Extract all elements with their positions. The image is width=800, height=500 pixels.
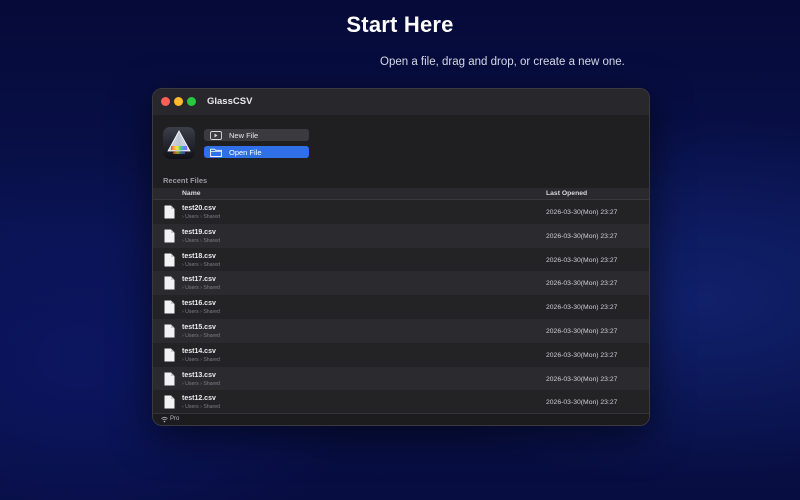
wifi-icon bbox=[161, 416, 168, 423]
file-path: › Users › Shared bbox=[182, 214, 221, 220]
table-row[interactable]: test16.csv › Users › Shared 2026-03-30(M… bbox=[153, 295, 649, 319]
file-name: test16.csv bbox=[182, 300, 216, 308]
recent-files-list: test20.csv › Users › Shared 2026-03-30(M… bbox=[153, 200, 649, 415]
file-last-opened: 2026-03-30(Mon) 23:27 bbox=[546, 232, 618, 240]
open-file-label: Open File bbox=[229, 147, 262, 157]
minimize-window-button[interactable] bbox=[174, 97, 183, 106]
file-last-opened: 2026-03-30(Mon) 23:27 bbox=[546, 256, 618, 264]
table-row[interactable]: test18.csv › Users › Shared 2026-03-30(M… bbox=[153, 247, 649, 272]
window-titlebar[interactable]: GlassCSV bbox=[153, 89, 649, 115]
document-icon bbox=[164, 348, 175, 362]
status-bar: Pro bbox=[153, 413, 649, 425]
document-icon bbox=[164, 395, 175, 409]
open-file-button[interactable]: Open File bbox=[204, 146, 309, 158]
table-row[interactable]: test20.csv › Users › Shared 2026-03-30(M… bbox=[153, 200, 649, 224]
column-header-last-opened[interactable]: Last Opened bbox=[546, 190, 587, 197]
recent-files-heading: Recent Files bbox=[163, 176, 208, 185]
file-last-opened: 2026-03-30(Mon) 23:27 bbox=[546, 351, 618, 359]
file-last-opened: 2026-03-30(Mon) 23:27 bbox=[546, 327, 618, 335]
table-row[interactable]: test12.csv › Users › Shared 2026-03-30(M… bbox=[153, 390, 649, 415]
file-path: › Users › Shared bbox=[182, 261, 221, 268]
close-window-button[interactable] bbox=[161, 97, 170, 106]
file-path: › Users › Shared bbox=[182, 356, 221, 363]
document-icon bbox=[164, 324, 175, 338]
window-title: GlassCSV bbox=[207, 96, 253, 107]
file-name: test14.csv bbox=[182, 347, 216, 355]
page-title: Start Here bbox=[346, 12, 454, 37]
file-name: test20.csv bbox=[182, 205, 216, 212]
file-path: › Users › Shared bbox=[182, 380, 221, 387]
table-row[interactable]: test14.csv › Users › Shared 2026-03-30(M… bbox=[153, 342, 649, 367]
file-path: › Users › Shared bbox=[182, 285, 221, 292]
file-path: › Users › Shared bbox=[182, 332, 221, 339]
file-name: test12.csv bbox=[182, 395, 216, 403]
document-icon bbox=[164, 253, 175, 267]
document-icon bbox=[164, 229, 175, 243]
table-row[interactable]: test13.csv › Users › Shared 2026-03-30(M… bbox=[153, 366, 649, 391]
app-window: GlassCSV New File Open File Recent Files… bbox=[152, 88, 650, 426]
new-file-button[interactable]: New File bbox=[204, 129, 309, 141]
file-last-opened: 2026-03-30(Mon) 23:27 bbox=[546, 399, 618, 407]
file-name: test19.csv bbox=[182, 228, 216, 236]
document-icon bbox=[164, 205, 175, 219]
recent-files-header: Name Last Opened bbox=[153, 188, 649, 200]
folder-icon bbox=[210, 148, 222, 157]
file-name: test17.csv bbox=[182, 276, 216, 284]
document-icon bbox=[164, 276, 175, 290]
status-label: Pro bbox=[170, 416, 180, 422]
file-last-opened: 2026-03-30(Mon) 23:27 bbox=[546, 304, 618, 312]
file-name: test18.csv bbox=[182, 252, 216, 260]
document-icon bbox=[164, 300, 175, 314]
document-icon bbox=[164, 372, 175, 386]
new-file-icon bbox=[210, 130, 222, 140]
table-row[interactable]: test17.csv › Users › Shared 2026-03-30(M… bbox=[153, 271, 649, 296]
file-name: test13.csv bbox=[182, 371, 216, 379]
file-path: › Users › Shared bbox=[182, 404, 221, 411]
column-header-name[interactable]: Name bbox=[182, 190, 201, 197]
glass-prism-icon bbox=[163, 127, 195, 159]
file-path: › Users › Shared bbox=[182, 237, 221, 244]
page-subtitle: Open a file, drag and drop, or create a … bbox=[380, 56, 625, 68]
file-last-opened: 2026-03-30(Mon) 23:27 bbox=[546, 375, 618, 383]
file-last-opened: 2026-03-30(Mon) 23:27 bbox=[546, 280, 618, 288]
zoom-window-button[interactable] bbox=[187, 97, 196, 106]
table-row[interactable]: test19.csv › Users › Shared 2026-03-30(M… bbox=[153, 223, 649, 248]
table-row[interactable]: test15.csv › Users › Shared 2026-03-30(M… bbox=[153, 318, 649, 343]
file-name: test15.csv bbox=[182, 323, 216, 331]
file-last-opened: 2026-03-30(Mon) 23:27 bbox=[546, 209, 618, 216]
file-path: › Users › Shared bbox=[182, 309, 221, 316]
new-file-label: New File bbox=[229, 130, 259, 140]
